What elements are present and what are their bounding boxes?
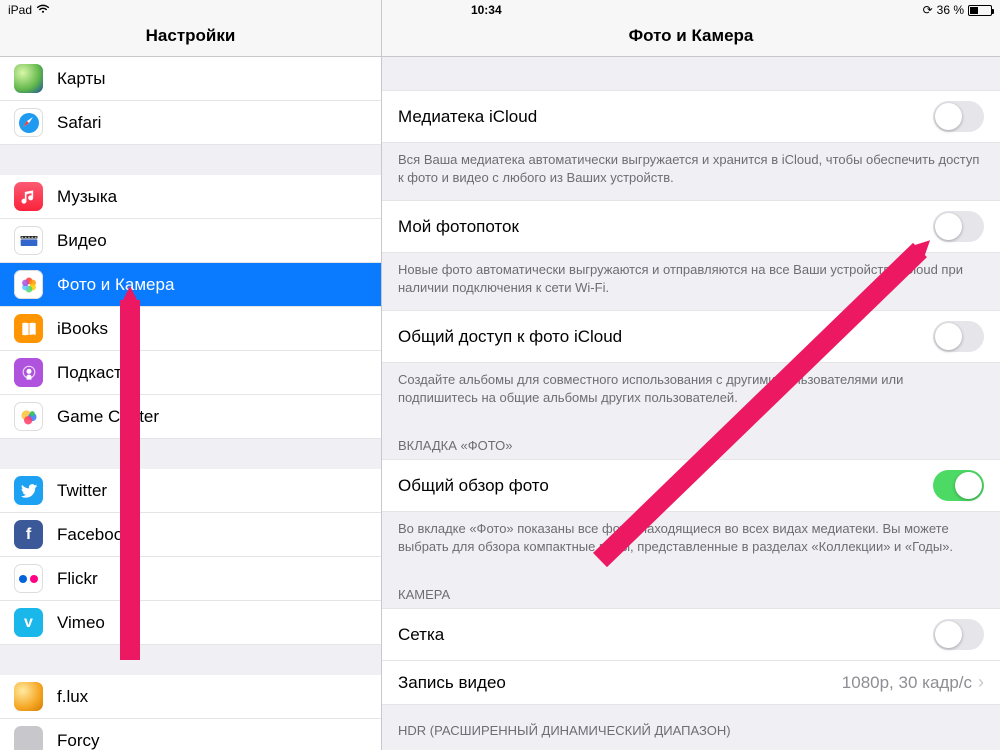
detail-panel: Фото и Камера Медиатека iCloud Вся Ваша … [382,0,1000,750]
row-label: Сетка [398,625,933,645]
flux-icon [14,682,43,711]
section-camera: КАМЕРА [382,569,1000,608]
sidebar-item-label: Forcy [57,731,100,750]
sidebar-item-label: iBooks [57,319,108,339]
sidebar-item-label: Фото и Камера [57,275,174,295]
toggle-icloud-sharing[interactable] [933,321,984,352]
flickr-icon [14,564,43,593]
ibooks-icon [14,314,43,343]
note-photo-stream: Новые фото автоматически выгружаются и о… [382,253,1000,310]
video-icon [14,226,43,255]
clock: 10:34 [50,3,923,17]
sidebar-item-label: Twitter [57,481,107,501]
music-icon [14,182,43,211]
facebook-icon: f [14,520,43,549]
sidebar-item-twitter[interactable]: Twitter [0,469,381,513]
toggle-summarize-photos[interactable] [933,470,984,501]
sidebar-item-label: Facebook [57,525,132,545]
note-icloud-library: Вся Ваша медиатека автоматически выгружа… [382,143,1000,200]
podcasts-icon [14,358,43,387]
row-label: Мой фотопоток [398,217,933,237]
toggle-icloud-library[interactable] [933,101,984,132]
row-label: Медиатека iCloud [398,107,933,127]
sidebar-item-label: Карты [57,69,105,89]
sidebar-item-label: Музыка [57,187,117,207]
row-icloud-library[interactable]: Медиатека iCloud [382,90,1000,143]
wifi-icon [36,3,50,17]
sidebar-item-label: Game Center [57,407,159,427]
note-icloud-sharing: Создайте альбомы для совместного использ… [382,363,1000,420]
sidebar-item-photos-camera[interactable]: Фото и Камера [0,263,381,307]
safari-icon [14,108,43,137]
photos-icon [14,270,43,299]
sidebar-item-label: f.lux [57,687,88,707]
toggle-photo-stream[interactable] [933,211,984,242]
sidebar-item-label: Подкасты [57,363,134,383]
twitter-icon [14,476,43,505]
maps-icon [14,64,43,93]
row-grid[interactable]: Сетка [382,608,1000,661]
sidebar-item-podcasts[interactable]: Подкасты [0,351,381,395]
row-label: Запись видео [398,673,842,693]
forcy-icon [14,726,43,750]
status-bar: iPad 10:34 ⟳ 36 % [0,0,1000,20]
sidebar-item-safari[interactable]: Safari [0,101,381,145]
row-value: 1080p, 30 кадр/с [842,673,972,693]
battery-icon [968,5,992,16]
row-summarize-photos[interactable]: Общий обзор фото [382,459,1000,512]
row-icloud-sharing[interactable]: Общий доступ к фото iCloud [382,310,1000,363]
sidebar-item-ibooks[interactable]: iBooks [0,307,381,351]
settings-sidebar: Настройки Карты Safari Музыка [0,0,382,750]
note-summarize-photos: Во вкладке «Фото» показаны все фото, нах… [382,512,1000,569]
sidebar-item-video[interactable]: Видео [0,219,381,263]
section-photos-tab: ВКЛАДКА «ФОТО» [382,420,1000,459]
row-photo-stream[interactable]: Мой фотопоток [382,200,1000,253]
sidebar-item-label: Видео [57,231,107,251]
sidebar-item-facebook[interactable]: f Facebook [0,513,381,557]
sidebar-item-music[interactable]: Музыка [0,175,381,219]
section-hdr: HDR (РАСШИРЕННЫЙ ДИНАМИЧЕСКИЙ ДИАПАЗОН) [382,705,1000,744]
gamecenter-icon [14,402,43,431]
battery-percent: 36 % [937,3,964,17]
sidebar-item-flickr[interactable]: Flickr [0,557,381,601]
detail-scroll[interactable]: Медиатека iCloud Вся Ваша медиатека авто… [382,57,1000,750]
sidebar-item-label: Vimeo [57,613,105,633]
sidebar-item-label: Flickr [57,569,98,589]
row-record-video[interactable]: Запись видео 1080p, 30 кадр/с › [382,661,1000,705]
row-label: Общий доступ к фото iCloud [398,327,933,347]
sidebar-item-vimeo[interactable]: v Vimeo [0,601,381,645]
vimeo-icon: v [14,608,43,637]
chevron-right-icon: › [978,672,984,693]
sidebar-item-flux[interactable]: f.lux [0,675,381,719]
toggle-grid[interactable] [933,619,984,650]
sidebar-item-gamecenter[interactable]: Game Center [0,395,381,439]
sidebar-item-maps[interactable]: Карты [0,57,381,101]
orientation-lock-icon: ⟳ [923,3,933,17]
sidebar-item-forcy[interactable]: Forcy [0,719,381,750]
row-label: Общий обзор фото [398,476,933,496]
sidebar-item-label: Safari [57,113,101,133]
device-label: iPad [8,3,32,17]
sidebar-scroll[interactable]: Карты Safari Музыка Видео [0,57,381,750]
